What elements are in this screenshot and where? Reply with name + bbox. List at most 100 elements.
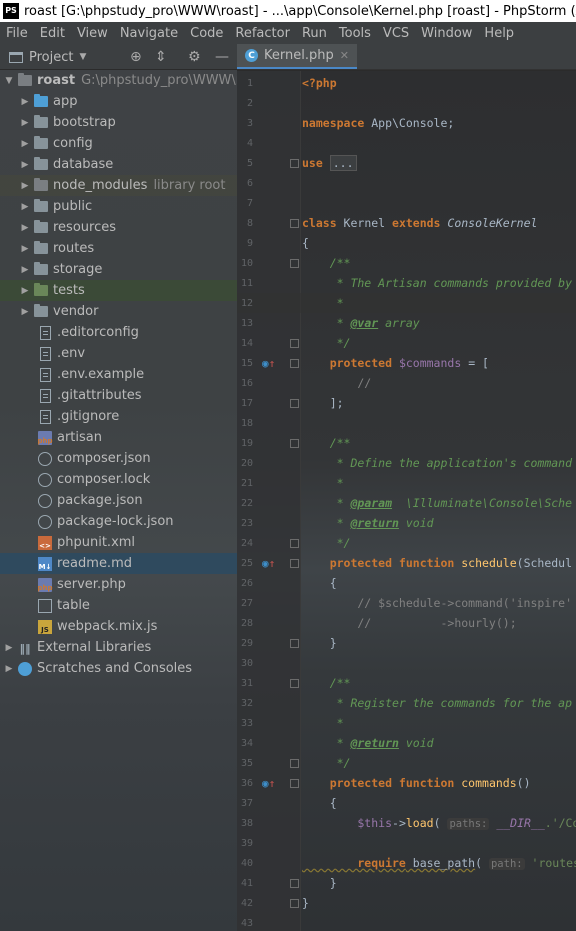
collapse-arrow-icon[interactable]: ▶ (4, 664, 14, 674)
collapse-arrow-icon[interactable]: ▶ (20, 97, 30, 107)
tree-folder-public[interactable]: ▶ public (0, 196, 237, 217)
tree-file-phpunit-xml[interactable]: <> phpunit.xml (0, 532, 237, 553)
fold-toggle-icon[interactable] (290, 439, 299, 448)
doc-tag: @param (350, 496, 393, 510)
fold-toggle-icon[interactable] (290, 399, 299, 408)
collapse-arrow-icon[interactable]: ▶ (20, 286, 30, 296)
fold-toggle-icon[interactable] (290, 759, 299, 768)
fold-toggle-icon[interactable] (290, 159, 299, 168)
folder-icon (34, 136, 48, 149)
tree-file-package-json[interactable]: package.json (0, 490, 237, 511)
tree-file-gitignore[interactable]: .gitignore (0, 406, 237, 427)
fold-toggle-icon[interactable] (290, 639, 299, 648)
tree-folder-bootstrap[interactable]: ▶ bootstrap (0, 112, 237, 133)
tree-file-composer-lock[interactable]: composer.lock (0, 469, 237, 490)
menu-window[interactable]: Window (415, 26, 478, 41)
collapse-arrow-icon[interactable]: ▶ (4, 643, 14, 653)
collapse-arrow-icon[interactable]: ▶ (20, 223, 30, 233)
tab-kernel-php[interactable]: C Kernel.php ✕ (237, 44, 357, 69)
tree-file-gitattributes[interactable]: .gitattributes (0, 385, 237, 406)
line-number: 9 (246, 238, 253, 249)
tree-folder-routes[interactable]: ▶ routes (0, 238, 237, 259)
collapse-arrow-icon[interactable]: ▶ (20, 181, 30, 191)
code-line: 9{ (237, 233, 576, 253)
fold-toggle-icon[interactable] (290, 879, 299, 888)
tree-file-env[interactable]: .env (0, 343, 237, 364)
line-number: 1 (246, 78, 253, 89)
code-editor[interactable]: 1 <?php 2 3 namespace App\Console; 4 5 use … (237, 71, 576, 931)
tree-file-table[interactable]: table (0, 595, 237, 616)
collapse-arrow-icon[interactable]: ▶ (20, 139, 30, 149)
collapse-arrow-icon[interactable]: ▶ (20, 244, 30, 254)
collapse-arrow-icon[interactable]: ▶ (20, 118, 30, 128)
gear-icon[interactable]: ⚙ (188, 49, 201, 65)
fold-toggle-icon[interactable] (290, 539, 299, 548)
tree-file-server-php[interactable]: php server.php (0, 574, 237, 595)
tree-file-webpack-mix-js[interactable]: JS webpack.mix.js (0, 616, 237, 637)
expand-arrow-icon[interactable]: ▼ (4, 76, 14, 86)
tree-file-composer-json[interactable]: composer.json (0, 448, 237, 469)
project-view-selector[interactable]: Project (29, 50, 73, 65)
tree-file-package-lock-json[interactable]: package-lock.json (0, 511, 237, 532)
menu-file[interactable]: File (0, 26, 34, 41)
fold-toggle-icon[interactable] (290, 779, 299, 788)
fold-toggle-icon[interactable] (290, 259, 299, 268)
tree-folder-resources[interactable]: ▶ resources (0, 217, 237, 238)
namespace-name: App\Console; (364, 116, 455, 130)
line-number: 22 (240, 498, 253, 509)
collapse-arrow-icon[interactable]: ▶ (20, 160, 30, 170)
fold-toggle-icon[interactable] (290, 679, 299, 688)
menu-help[interactable]: Help (478, 26, 520, 41)
tree-folder-tests[interactable]: ▶ tests (0, 280, 237, 301)
tree-folder-node-modules[interactable]: ▶ node_modules library root (0, 175, 237, 196)
tree-folder-vendor[interactable]: ▶ vendor (0, 301, 237, 322)
tree-root-roast[interactable]: ▼ roast G:\phpstudy_pro\WWW\roa (0, 70, 237, 91)
collapse-arrow-icon[interactable]: ▶ (20, 265, 30, 275)
menu-code[interactable]: Code (184, 26, 229, 41)
tree-file-env-example[interactable]: .env.example (0, 364, 237, 385)
fold-toggle-icon[interactable] (290, 359, 299, 368)
fold-toggle-icon[interactable] (290, 899, 299, 908)
close-icon[interactable]: ✕ (340, 49, 349, 62)
fold-toggle-icon[interactable] (290, 219, 299, 228)
menu-navigate[interactable]: Navigate (114, 26, 184, 41)
fold-toggle-icon[interactable] (290, 339, 299, 348)
locate-file-icon[interactable]: ⊕ (130, 49, 142, 65)
code-line: 4 (237, 133, 576, 153)
override-marker-icon[interactable]: ◉↑ (262, 557, 275, 570)
tree-scratches-and-consoles[interactable]: ▶ Scratches and Consoles (0, 658, 237, 679)
folder-icon (34, 304, 48, 317)
tree-file-readme-md[interactable]: M↓ readme.md (0, 553, 237, 574)
tree-folder-config[interactable]: ▶ config (0, 133, 237, 154)
tree-file-artisan[interactable]: php artisan (0, 427, 237, 448)
override-marker-icon[interactable]: ◉↑ (262, 357, 275, 370)
parameters: (Schedul (516, 556, 573, 570)
chevron-down-icon[interactable]: ▼ (79, 52, 86, 62)
method-call: load (405, 816, 434, 830)
folder-label: routes (53, 241, 95, 256)
php-file-icon: php (38, 577, 53, 592)
hide-panel-icon[interactable]: — (215, 49, 229, 65)
menu-view[interactable]: View (71, 26, 114, 41)
doc-comment: void (398, 516, 434, 530)
collapse-arrow-icon[interactable]: ▶ (20, 307, 30, 317)
collapse-arrow-icon[interactable]: ▶ (20, 202, 30, 212)
tree-folder-database[interactable]: ▶ database (0, 154, 237, 175)
tree-file-editorconfig[interactable]: .editorconfig (0, 322, 237, 343)
folded-imports[interactable]: ... (329, 155, 357, 171)
menu-tools[interactable]: Tools (333, 26, 377, 41)
tree-folder-app[interactable]: ▶ app (0, 91, 237, 112)
menu-vcs[interactable]: VCS (377, 26, 415, 41)
bracket: ]; (302, 396, 344, 410)
code-line: 42} (237, 893, 576, 913)
code-line: 25 ◉↑ protected function schedule(Schedul (237, 553, 576, 573)
menu-run[interactable]: Run (296, 26, 333, 41)
collapse-all-icon[interactable]: ⇕ (155, 49, 167, 65)
override-marker-icon[interactable]: ◉↑ (262, 777, 275, 790)
code-line: 36 ◉↑ protected function commands() (237, 773, 576, 793)
menu-refactor[interactable]: Refactor (229, 26, 296, 41)
tree-folder-storage[interactable]: ▶ storage (0, 259, 237, 280)
menu-edit[interactable]: Edit (34, 26, 71, 41)
tree-external-libraries[interactable]: ▶ ‖‖ External Libraries (0, 637, 237, 658)
fold-toggle-icon[interactable] (290, 559, 299, 568)
